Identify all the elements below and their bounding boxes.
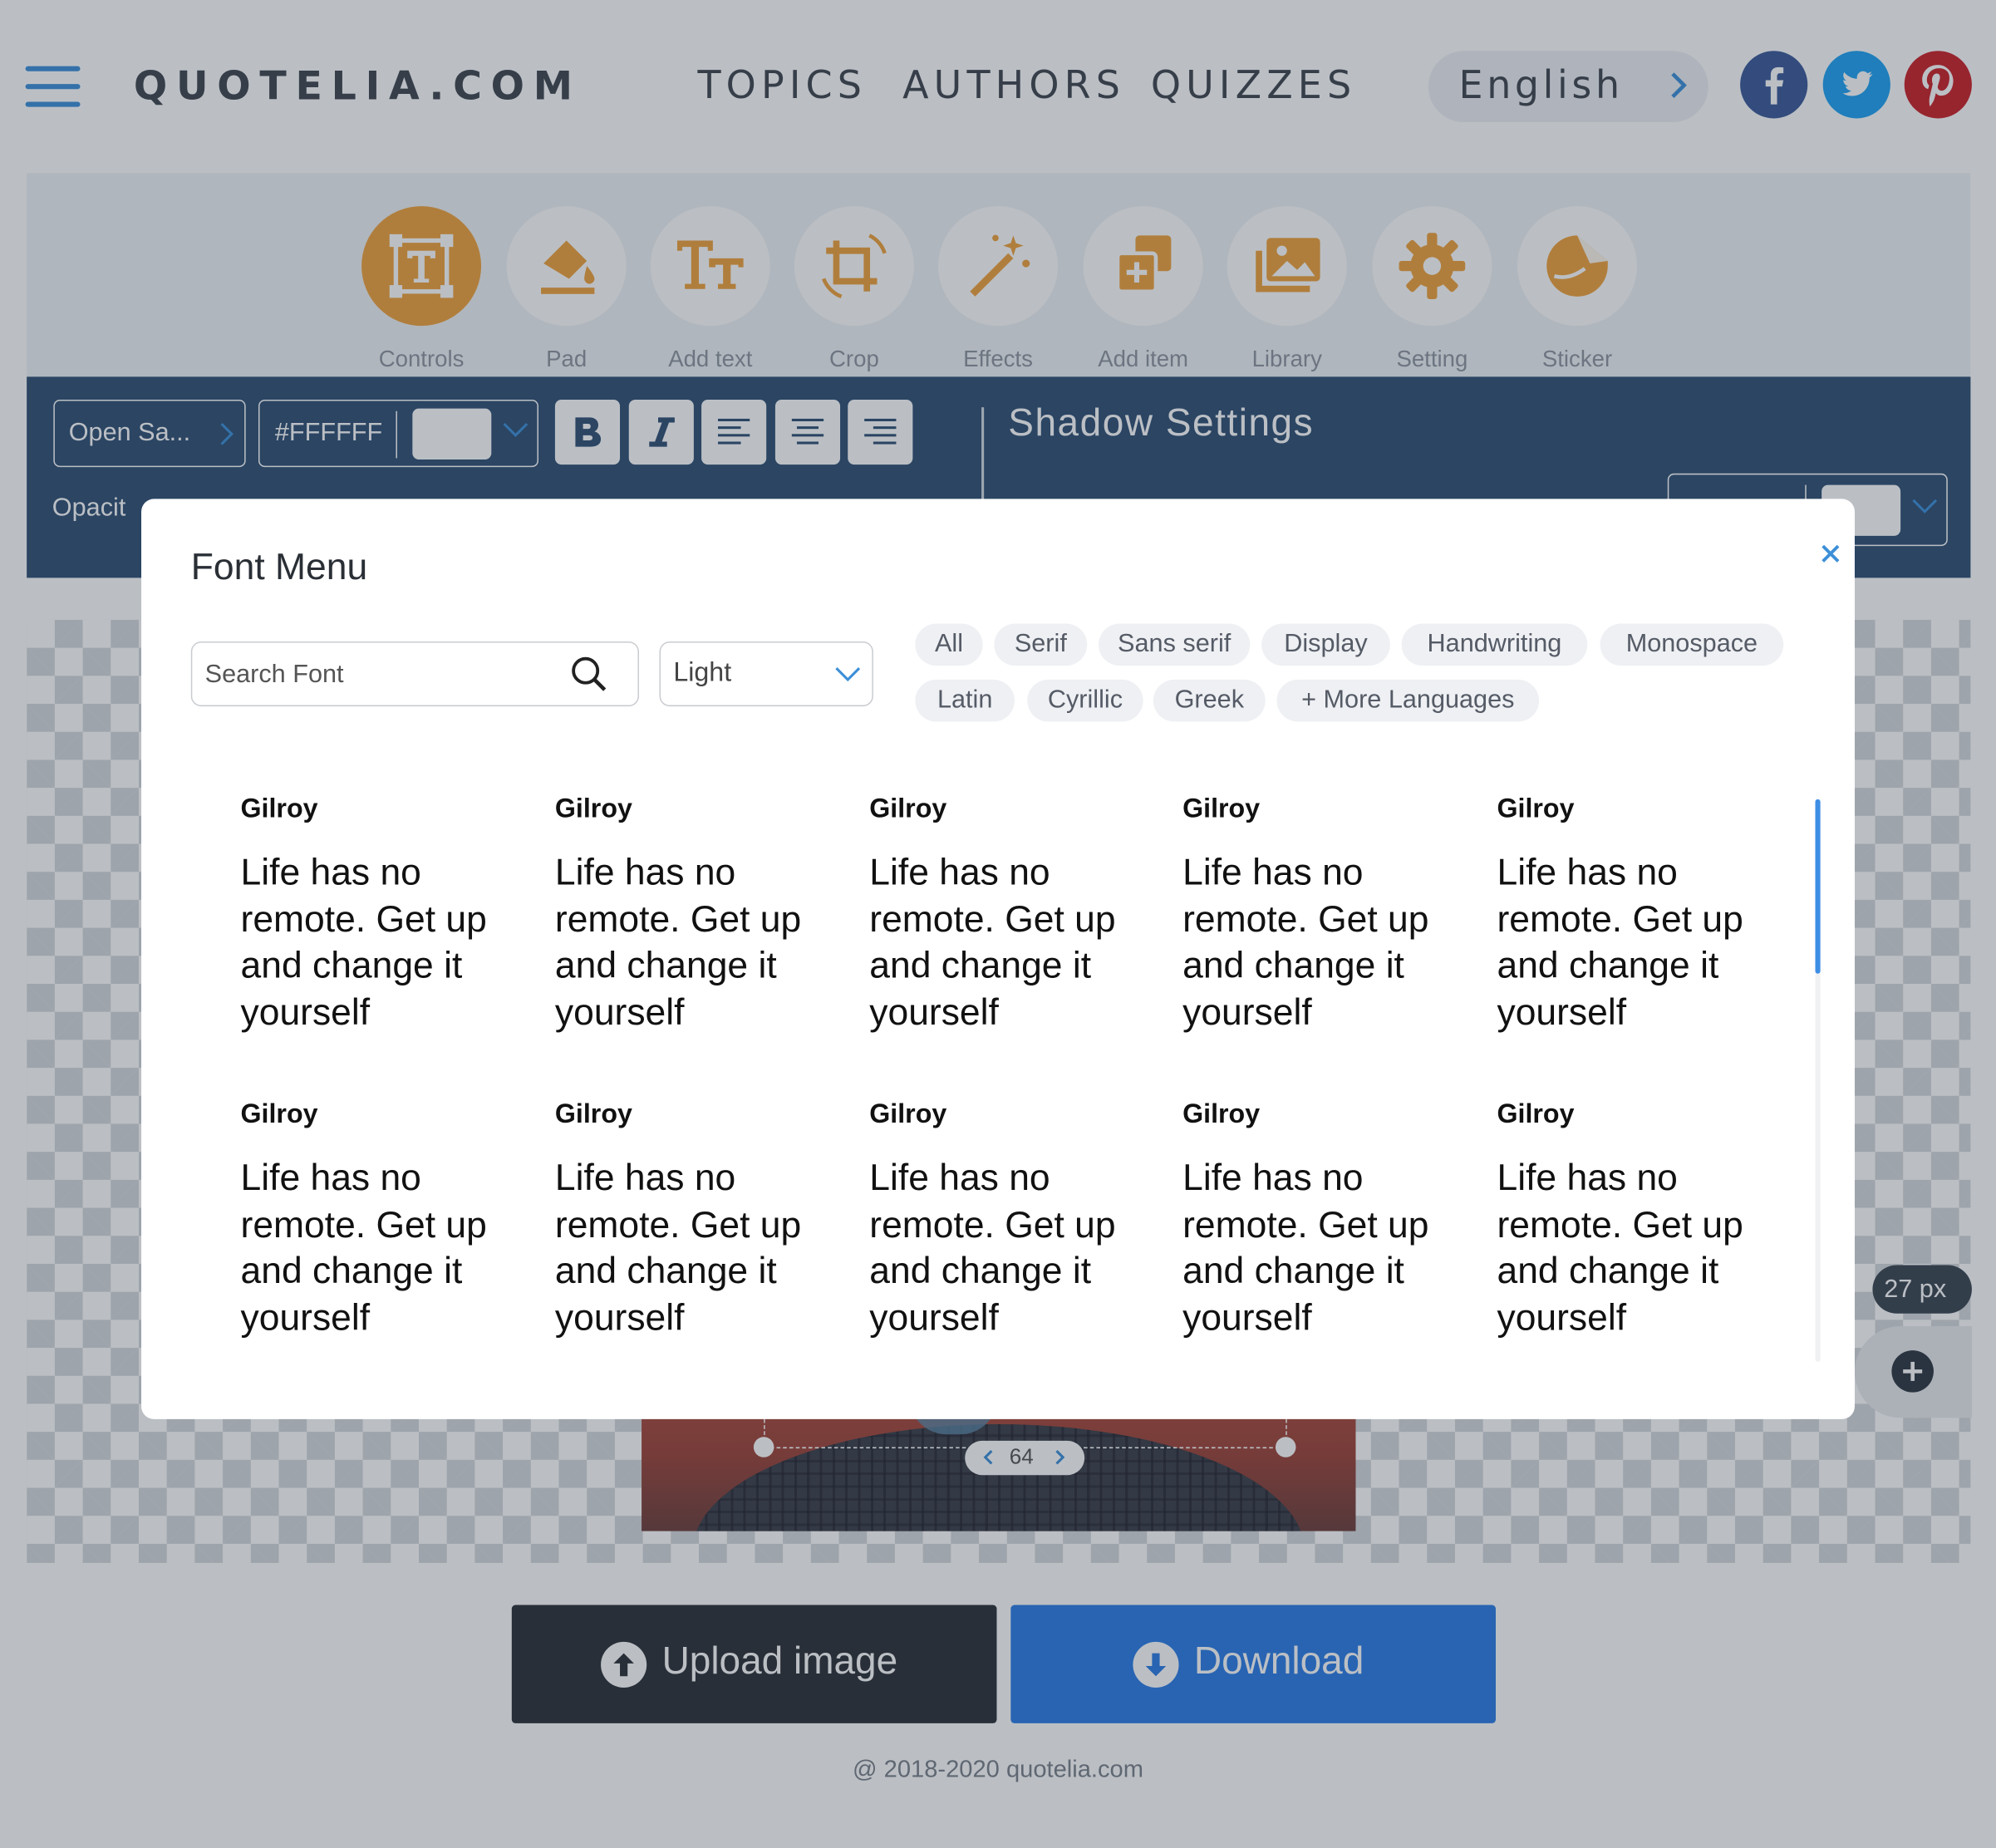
font-card[interactable]: Gilroy Life has no remote. Get up and ch…	[1182, 1099, 1475, 1341]
filter-chip-greek[interactable]: Greek	[1153, 679, 1266, 722]
font-search-box	[190, 641, 640, 707]
font-card[interactable]: Gilroy Life has no remote. Get up and ch…	[869, 1099, 1162, 1341]
filter-chip-all[interactable]: All	[915, 623, 983, 666]
filter-chip-latin[interactable]: Latin	[915, 679, 1015, 722]
font-card[interactable]: Gilroy Life has no remote. Get up and ch…	[869, 794, 1162, 1036]
font-card[interactable]: Gilroy Life has no remote. Get up and ch…	[1497, 794, 1790, 1036]
filter-chip-display[interactable]: Display	[1261, 623, 1390, 666]
font-card[interactable]: Gilroy Life has no remote. Get up and ch…	[1497, 1099, 1790, 1341]
font-card[interactable]: Gilroy Life has no remote. Get up and ch…	[241, 1099, 533, 1341]
filter-chip-more-languages[interactable]: + More Languages	[1276, 679, 1540, 722]
filter-chip-cyrillic[interactable]: Cyrillic	[1027, 679, 1143, 722]
font-card[interactable]: Gilroy Life has no remote. Get up and ch…	[241, 794, 533, 1036]
filter-chip-handwriting[interactable]: Handwriting	[1401, 623, 1588, 666]
page: QUOTELIA.COM TOPICS AUTHORS QUIZZES Engl…	[0, 0, 1996, 1848]
font-card[interactable]: Gilroy Life has no remote. Get up and ch…	[555, 794, 848, 1036]
font-search-input[interactable]	[204, 655, 562, 694]
font-weight-select[interactable]: Light	[659, 641, 873, 707]
modal-title: Font Menu	[190, 547, 368, 588]
font-card[interactable]: Gilroy Life has no remote. Get up and ch…	[1182, 794, 1475, 1036]
search-icon[interactable]	[570, 656, 608, 694]
chevron-down-icon	[835, 667, 861, 682]
filter-chip-sans-serif[interactable]: Sans serif	[1099, 623, 1251, 666]
close-icon[interactable]	[1817, 539, 1845, 568]
font-card[interactable]: Gilroy Life has no remote. Get up and ch…	[555, 1099, 848, 1341]
filter-chip-monospace[interactable]: Monospace	[1600, 623, 1784, 666]
scrollbar-thumb[interactable]	[1815, 799, 1821, 974]
filter-chip-serif[interactable]: Serif	[994, 623, 1088, 666]
font-menu-modal: Font Menu Light All Serif Sans serif Dis…	[141, 499, 1855, 1419]
